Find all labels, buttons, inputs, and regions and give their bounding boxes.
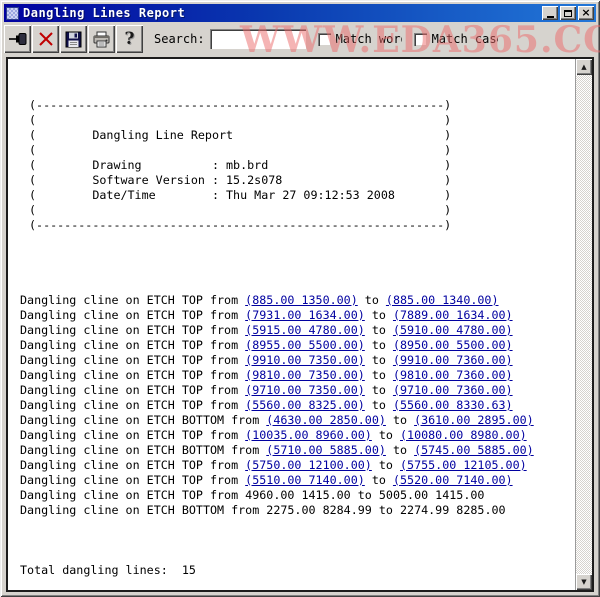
coordinate-link[interactable]: (8955.00 5500.00) bbox=[245, 338, 365, 352]
coordinate-link[interactable]: (4630.00 2850.00) bbox=[266, 413, 386, 427]
app-icon[interactable] bbox=[6, 6, 19, 20]
coordinate-link[interactable]: (9810.00 7350.00) bbox=[245, 368, 365, 382]
report-header-box: (---------------------------------------… bbox=[29, 98, 452, 232]
coordinate-link[interactable]: (10080.00 8980.00) bbox=[400, 428, 527, 442]
pin-button[interactable] bbox=[4, 25, 31, 53]
coordinate-link[interactable]: (5560.00 8330.63) bbox=[393, 398, 513, 412]
floppy-icon bbox=[65, 31, 82, 47]
search-label: Search: bbox=[154, 32, 205, 46]
report-line: Dangling cline on ETCH TOP from (10035.0… bbox=[20, 428, 527, 442]
match-word-label: Match word bbox=[335, 32, 402, 46]
report-lines: Dangling cline on ETCH TOP from (885.00 … bbox=[20, 293, 575, 518]
coordinate-link[interactable]: (5560.00 8325.00) bbox=[245, 398, 365, 412]
close-report-button[interactable] bbox=[32, 25, 59, 53]
close-button[interactable]: × bbox=[578, 6, 594, 20]
match-word-group: Match word bbox=[317, 32, 402, 46]
coordinate-link[interactable]: (885.00 1350.00) bbox=[245, 293, 358, 307]
report-line: Dangling cline on ETCH TOP from (5560.00… bbox=[20, 398, 513, 412]
coordinate-link[interactable]: (5745.00 5885.00) bbox=[414, 443, 534, 457]
report-text: (---------------------------------------… bbox=[8, 59, 575, 590]
match-word-checkbox[interactable] bbox=[317, 32, 331, 46]
match-case-checkbox[interactable] bbox=[413, 32, 427, 46]
vertical-scrollbar[interactable]: ▲ ▼ bbox=[575, 59, 592, 590]
report-line: Dangling cline on ETCH TOP from (885.00 … bbox=[20, 293, 499, 307]
coordinate-link[interactable]: (7889.00 1634.00) bbox=[393, 308, 513, 322]
printer-icon bbox=[93, 31, 110, 47]
scroll-down-button[interactable]: ▼ bbox=[576, 574, 592, 590]
maximize-button[interactable] bbox=[560, 6, 576, 20]
coordinate-link[interactable]: (5520.00 7140.00) bbox=[393, 473, 513, 487]
print-button[interactable] bbox=[88, 25, 115, 53]
coordinate-link[interactable]: (7931.00 1634.00) bbox=[245, 308, 365, 322]
report-line: Dangling cline on ETCH TOP from (5915.00… bbox=[20, 323, 513, 337]
coordinate-link[interactable]: (9910.00 7350.00) bbox=[245, 353, 365, 367]
report-line: Dangling cline on ETCH TOP from (8955.00… bbox=[20, 338, 513, 352]
coordinate-link[interactable]: (885.00 1340.00) bbox=[386, 293, 499, 307]
x-icon bbox=[38, 32, 53, 46]
coordinate-link[interactable]: (3610.00 2895.00) bbox=[414, 413, 534, 427]
title-bar[interactable]: Dangling Lines Report × bbox=[4, 4, 596, 22]
toolbar: ? Search: Match word Match case bbox=[4, 23, 596, 55]
help-button[interactable]: ? bbox=[116, 25, 143, 53]
coordinate-link[interactable]: (9710.00 7360.00) bbox=[393, 383, 513, 397]
minimize-button[interactable] bbox=[542, 6, 558, 20]
report-line: Dangling cline on ETCH BOTTOM from (4630… bbox=[20, 413, 534, 427]
coordinate-link[interactable]: (5755.00 12105.00) bbox=[400, 458, 527, 472]
report-line: Dangling cline on ETCH TOP from (5750.00… bbox=[20, 458, 527, 472]
arrow-up-icon: ▲ bbox=[581, 63, 587, 71]
match-case-label: Match case bbox=[431, 32, 498, 46]
report-line: Dangling cline on ETCH TOP from (9710.00… bbox=[20, 383, 513, 397]
coordinate-link[interactable]: (5910.00 4780.00) bbox=[393, 323, 513, 337]
report-line: Dangling cline on ETCH TOP from (7931.00… bbox=[20, 308, 513, 322]
window-controls: × bbox=[542, 6, 594, 20]
coordinate-link[interactable]: (5750.00 12100.00) bbox=[245, 458, 372, 472]
save-button[interactable] bbox=[60, 25, 87, 53]
report-line: Dangling cline on ETCH TOP from (5510.00… bbox=[20, 473, 513, 487]
question-icon: ? bbox=[124, 29, 135, 49]
maximize-icon bbox=[564, 9, 572, 17]
window-title: Dangling Lines Report bbox=[23, 6, 186, 20]
coordinate-link[interactable]: (10035.00 8960.00) bbox=[245, 428, 372, 442]
match-case-group: Match case bbox=[413, 32, 498, 46]
coordinate-link[interactable]: (9810.00 7360.00) bbox=[393, 368, 513, 382]
report-line: Dangling cline on ETCH TOP from (9810.00… bbox=[20, 368, 513, 382]
coordinate-link[interactable]: (9910.00 7360.00) bbox=[393, 353, 513, 367]
coordinate-link[interactable]: (5915.00 4780.00) bbox=[245, 323, 365, 337]
coordinate-link[interactable]: (5510.00 7140.00) bbox=[245, 473, 365, 487]
dangling-lines-report-window: Dangling Lines Report × ? Search: Match … bbox=[0, 0, 600, 597]
report-line: Dangling cline on ETCH BOTTOM from 2275.… bbox=[20, 503, 506, 517]
coordinate-link[interactable]: (8950.00 5500.00) bbox=[393, 338, 513, 352]
coordinate-link[interactable]: (5710.00 5885.00) bbox=[266, 443, 386, 457]
total-dangling-lines: Total dangling lines: 15 bbox=[20, 563, 196, 577]
minimize-icon bbox=[546, 15, 554, 18]
report-line: Dangling cline on ETCH TOP from (9910.00… bbox=[20, 353, 513, 367]
pin-icon bbox=[8, 33, 26, 45]
search-input[interactable] bbox=[209, 29, 306, 49]
report-line: Dangling cline on ETCH TOP from 4960.00 … bbox=[20, 488, 485, 502]
scroll-up-button[interactable]: ▲ bbox=[576, 59, 592, 75]
arrow-down-icon: ▼ bbox=[581, 578, 587, 586]
report-viewport: (---------------------------------------… bbox=[6, 57, 594, 592]
report-line: Dangling cline on ETCH BOTTOM from (5710… bbox=[20, 443, 534, 457]
coordinate-link[interactable]: (9710.00 7350.00) bbox=[245, 383, 365, 397]
close-icon: × bbox=[581, 6, 591, 19]
